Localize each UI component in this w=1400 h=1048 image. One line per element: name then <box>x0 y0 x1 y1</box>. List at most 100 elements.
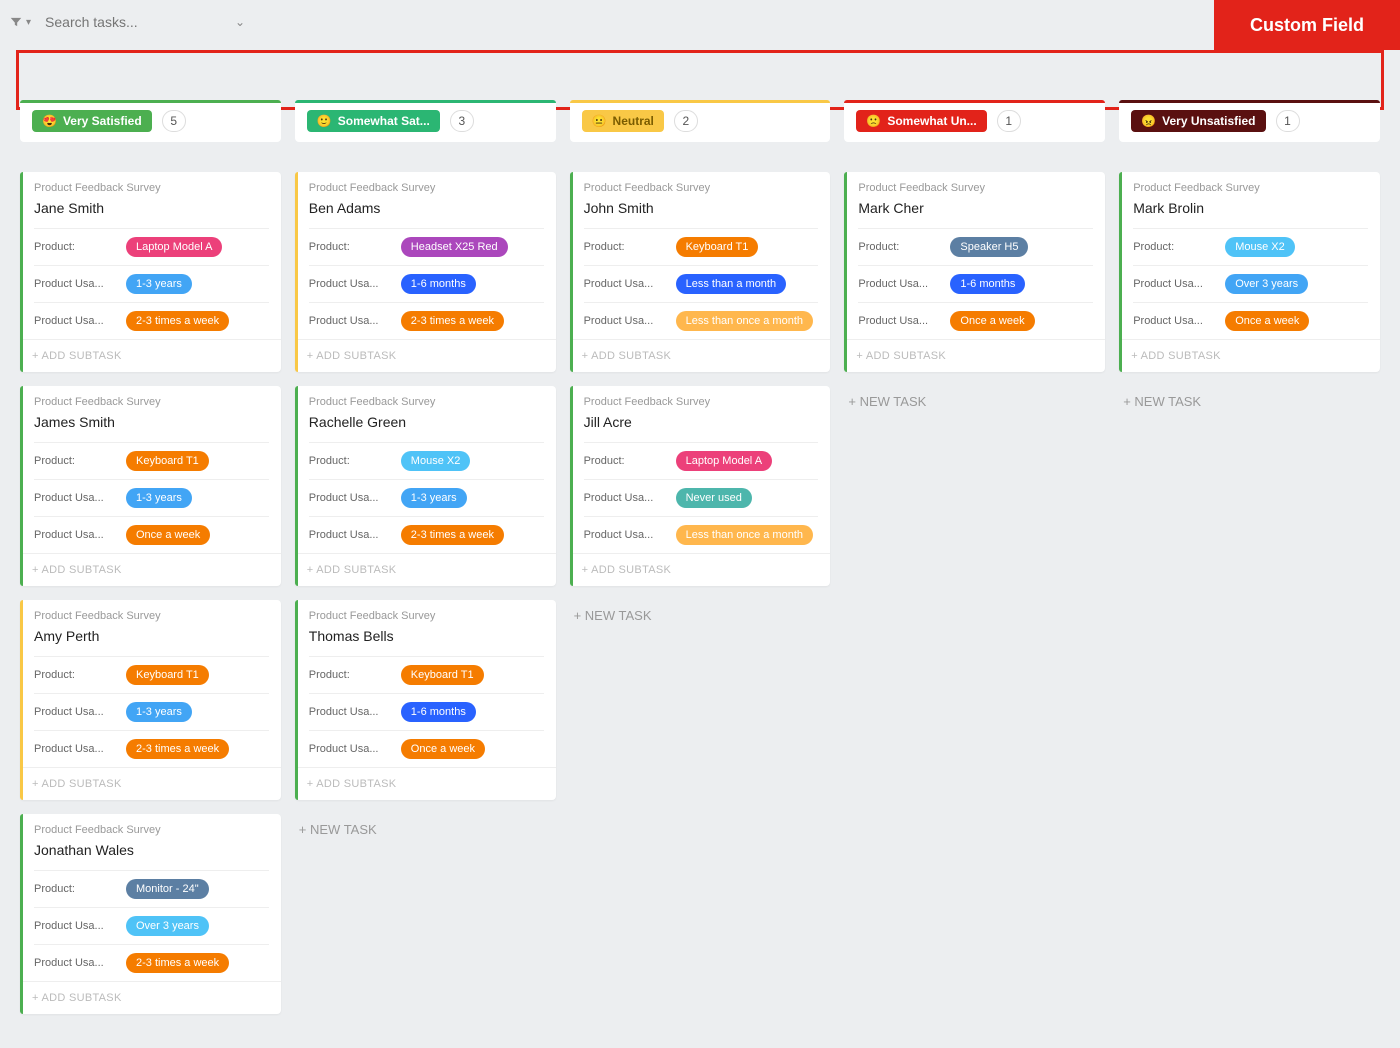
field-pill[interactable]: 1-6 months <box>401 702 476 722</box>
card-stripe <box>20 814 23 1014</box>
card-name: Rachelle Green <box>309 414 544 430</box>
task-card[interactable]: Product Feedback SurveyJonathan WalesPro… <box>20 814 281 1014</box>
task-card[interactable]: Product Feedback SurveyMark BrolinProduc… <box>1119 172 1380 372</box>
task-card[interactable]: Product Feedback SurveyRachelle GreenPro… <box>295 386 556 586</box>
field-pill[interactable]: Once a week <box>1225 311 1309 331</box>
new-task-button[interactable]: + NEW TASK <box>1119 386 1380 417</box>
add-subtask-button[interactable]: + ADD SUBTASK <box>20 981 281 1014</box>
count-badge: 3 <box>450 110 474 132</box>
card-survey-label: Product Feedback Survey <box>858 182 1093 194</box>
filter-icon[interactable] <box>8 14 24 30</box>
task-card[interactable]: Product Feedback SurveyJames SmithProduc… <box>20 386 281 586</box>
field-pill[interactable]: 2-3 times a week <box>126 953 229 973</box>
field-pill[interactable]: Less than once a month <box>676 311 813 331</box>
field-label: Product Usa... <box>584 492 662 504</box>
column-header[interactable]: 🙁Somewhat Un...1 <box>844 100 1105 142</box>
add-subtask-button[interactable]: + ADD SUBTASK <box>20 767 281 800</box>
count-badge: 1 <box>997 110 1021 132</box>
field-pill[interactable]: 2-3 times a week <box>401 311 504 331</box>
field-row: Product Usa...2-3 times a week <box>309 516 544 553</box>
field-row: Product Usa...Once a week <box>858 302 1093 339</box>
status-emoji-icon: 😐 <box>592 114 607 128</box>
field-pill[interactable]: Mouse X2 <box>1225 237 1295 257</box>
field-row: Product Usa...1-6 months <box>309 265 544 302</box>
field-pill[interactable]: 2-3 times a week <box>126 311 229 331</box>
add-subtask-button[interactable]: + ADD SUBTASK <box>295 553 556 586</box>
field-pill[interactable]: Once a week <box>401 739 485 759</box>
field-row: Product:Keyboard T1 <box>34 656 269 693</box>
task-card[interactable]: Product Feedback SurveyJohn SmithProduct… <box>570 172 831 372</box>
task-card[interactable]: Product Feedback SurveyJane SmithProduct… <box>20 172 281 372</box>
column-header[interactable]: 😠Very Unsatisfied1 <box>1119 100 1380 142</box>
add-subtask-button[interactable]: + ADD SUBTASK <box>295 339 556 372</box>
add-subtask-button[interactable]: + ADD SUBTASK <box>570 553 831 586</box>
task-card[interactable]: Product Feedback SurveyBen AdamsProduct:… <box>295 172 556 372</box>
task-card[interactable]: Product Feedback SurveyJill AcreProduct:… <box>570 386 831 586</box>
field-pill[interactable]: Mouse X2 <box>401 451 471 471</box>
field-pill[interactable]: Keyboard T1 <box>126 665 209 685</box>
field-pill[interactable]: 1-6 months <box>950 274 1025 294</box>
field-pill[interactable]: Monitor - 24" <box>126 879 209 899</box>
card-survey-label: Product Feedback Survey <box>309 610 544 622</box>
field-pill[interactable]: Keyboard T1 <box>126 451 209 471</box>
field-pill[interactable]: Keyboard T1 <box>401 665 484 685</box>
field-row: Product:Headset X25 Red <box>309 228 544 265</box>
column-accent <box>1119 100 1380 103</box>
add-subtask-button[interactable]: + ADD SUBTASK <box>570 339 831 372</box>
field-label: Product Usa... <box>858 278 936 290</box>
field-pill[interactable]: 2-3 times a week <box>401 525 504 545</box>
column: 🙁Somewhat Un...1 Product Feedback SurveyM… <box>844 100 1105 417</box>
field-label: Product: <box>858 241 936 253</box>
field-row: Product Usa...Once a week <box>1133 302 1368 339</box>
field-pill[interactable]: Once a week <box>950 311 1034 331</box>
column-header[interactable]: 😍Very Satisfied5 <box>20 100 281 142</box>
field-row: Product Usa...2-3 times a week <box>34 730 269 767</box>
add-subtask-button[interactable]: + ADD SUBTASK <box>295 767 556 800</box>
field-label: Product Usa... <box>584 315 662 327</box>
field-row: Product Usa... Less than once a month <box>584 302 819 339</box>
card-stripe <box>844 172 847 372</box>
search-chevron-icon[interactable]: ⌄ <box>235 15 245 29</box>
task-card[interactable]: Product Feedback SurveyMark CherProduct:… <box>844 172 1105 372</box>
field-pill[interactable]: 1-6 months <box>401 274 476 294</box>
card-body: Product Feedback SurveyJill AcreProduct:… <box>570 386 831 553</box>
custom-field-button[interactable]: Custom Field <box>1214 0 1400 50</box>
field-pill[interactable]: Once a week <box>126 525 210 545</box>
status-pill: 🙂Somewhat Sat... <box>307 110 440 132</box>
field-pill[interactable]: Less than a month <box>676 274 787 294</box>
status-label: Somewhat Sat... <box>338 114 430 128</box>
task-card[interactable]: Product Feedback SurveyAmy PerthProduct:… <box>20 600 281 800</box>
add-subtask-button[interactable]: + ADD SUBTASK <box>20 553 281 586</box>
add-subtask-button[interactable]: + ADD SUBTASK <box>20 339 281 372</box>
field-pill[interactable]: Over 3 years <box>126 916 209 936</box>
column-header[interactable]: 😐Neutral2 <box>570 100 831 142</box>
filter-chevron-icon[interactable]: ▾ <box>26 17 31 28</box>
card-body: Product Feedback SurveyRachelle GreenPro… <box>295 386 556 553</box>
field-pill[interactable]: Laptop Model A <box>676 451 772 471</box>
field-pill[interactable]: Laptop Model A <box>126 237 222 257</box>
field-pill[interactable]: Headset X25 Red <box>401 237 508 257</box>
field-pill[interactable]: Over 3 years <box>1225 274 1308 294</box>
new-task-button[interactable]: + NEW TASK <box>570 600 831 631</box>
field-label: Product Usa... <box>34 957 112 969</box>
field-pill[interactable]: Speaker H5 <box>950 237 1028 257</box>
field-pill[interactable]: Less than once a month <box>676 525 813 545</box>
field-pill[interactable]: 1-3 years <box>126 702 192 722</box>
add-subtask-button[interactable]: + ADD SUBTASK <box>1119 339 1380 372</box>
field-row: Product Usa... 2-3 times a week <box>34 944 269 981</box>
field-pill[interactable]: 2-3 times a week <box>126 739 229 759</box>
add-subtask-button[interactable]: + ADD SUBTASK <box>844 339 1105 372</box>
new-task-button[interactable]: + NEW TASK <box>295 814 556 845</box>
field-pill[interactable]: 1-3 years <box>126 274 192 294</box>
task-card[interactable]: Product Feedback SurveyThomas BellsProdu… <box>295 600 556 800</box>
field-pill[interactable]: 1-3 years <box>126 488 192 508</box>
new-task-button[interactable]: + NEW TASK <box>844 386 1105 417</box>
column-header[interactable]: 🙂Somewhat Sat... 3 <box>295 100 556 142</box>
field-pill[interactable]: 1-3 years <box>401 488 467 508</box>
field-pill[interactable]: Never used <box>676 488 752 508</box>
field-pill[interactable]: Keyboard T1 <box>676 237 759 257</box>
field-row: Product Usa...Over 3 years <box>1133 265 1368 302</box>
card-survey-label: Product Feedback Survey <box>584 182 819 194</box>
search-input[interactable] <box>45 14 195 30</box>
field-label: Product Usa... <box>309 706 387 718</box>
